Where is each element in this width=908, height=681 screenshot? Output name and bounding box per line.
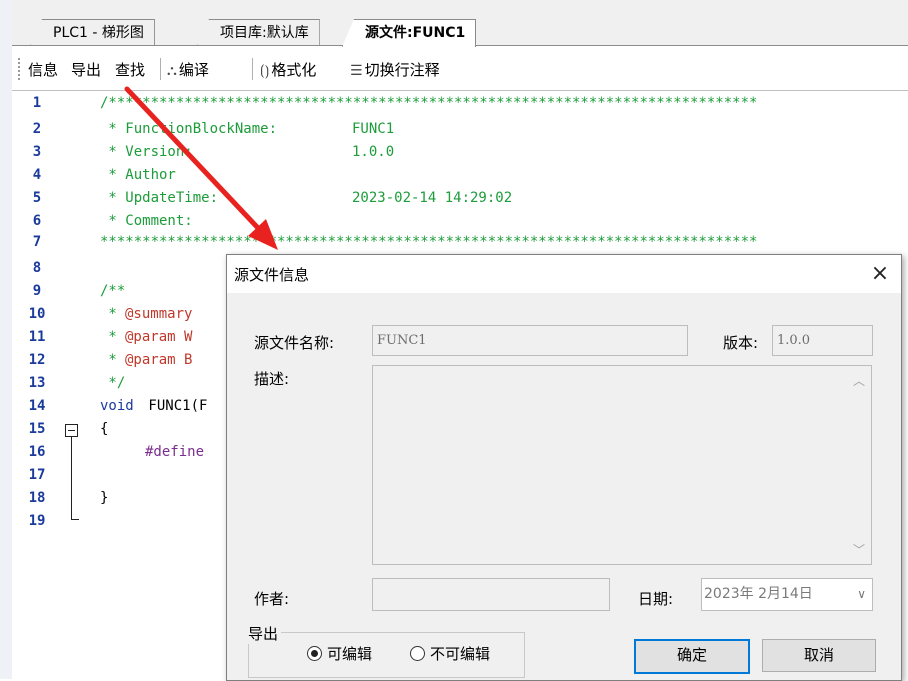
source-name-field[interactable]: FUNC1 <box>372 325 688 356</box>
line-number-label: 17 <box>28 467 46 483</box>
tab-project-library[interactable]: 项目库:默认库 <box>197 19 320 46</box>
toggle-comment-button[interactable]: ☰ 切换行注释 <box>350 59 440 80</box>
fold-guide-end <box>71 519 79 520</box>
line-number-label: 15 <box>28 421 46 437</box>
tab-plc1-ladder[interactable]: PLC1 - 梯形图 <box>30 19 155 46</box>
line-number-label: 13 <box>28 375 46 391</box>
date-label: 日期: <box>638 590 674 608</box>
line-number-label: 1 <box>32 95 42 111</box>
line-number-label: 9 <box>32 283 42 299</box>
scroll-up-icon[interactable]: ︿ <box>853 372 865 389</box>
line-number-label: 10 <box>28 306 46 322</box>
line-number-label: 6 <box>32 213 42 229</box>
ok-button[interactable]: 确定 <box>634 639 750 674</box>
line-number-label: 2 <box>32 121 42 137</box>
format-label: 格式化 <box>271 61 317 79</box>
export-button[interactable]: 导出 <box>71 59 101 80</box>
toolbar-grip[interactable] <box>18 58 20 80</box>
version-field[interactable]: 1.0.0 <box>772 325 873 356</box>
line-number-label: 19 <box>28 513 46 529</box>
line-number-label: 4 <box>32 167 42 183</box>
chevron-down-icon: ∨ <box>857 587 866 601</box>
line-number-label: 5 <box>32 190 42 206</box>
source-name-label: 源文件名称: <box>254 334 335 352</box>
line-number-label: 3 <box>32 144 42 160</box>
scroll-down-icon[interactable]: ﹀ <box>853 541 865 558</box>
compile-label: 编译 <box>178 61 209 79</box>
find-button[interactable]: 查找 <box>115 59 145 80</box>
description-label: 描述: <box>254 370 290 388</box>
author-field[interactable] <box>372 578 610 611</box>
lines-icon: ☰ <box>350 63 363 79</box>
tab-source-func1[interactable]: 源文件:FUNC1 <box>342 19 477 47</box>
date-value: 2023年 2月14日 <box>704 586 813 602</box>
radio-noneditable[interactable] <box>410 646 425 661</box>
dialog-body: 源文件名称: FUNC1 版本: 1.0.0 描述: ︿ ﹀ 作者: 日期: 2… <box>227 293 901 680</box>
toggle-comment-label: 切换行注释 <box>364 61 440 79</box>
line-number-label: 16 <box>28 444 46 460</box>
fold-guide <box>71 437 72 519</box>
radio-noneditable-label[interactable]: 不可编辑 <box>430 643 490 664</box>
radio-editable[interactable] <box>307 646 322 661</box>
description-textarea[interactable]: ︿ ﹀ <box>372 365 872 565</box>
compile-button[interactable]: ⛬ 编译 <box>167 59 209 80</box>
braces-icon: ⟮⟯ <box>260 63 270 79</box>
radio-editable-label[interactable]: 可编辑 <box>327 643 372 664</box>
line-number-label: 18 <box>28 490 46 506</box>
fold-toggle-icon[interactable] <box>65 424 78 437</box>
line-number-label: 14 <box>28 398 46 414</box>
dialog-title: 源文件信息 <box>234 266 310 284</box>
line-number-label: 8 <box>32 260 42 276</box>
toolbar-separator <box>252 58 253 80</box>
editor-toolbar: 信息 导出 查找 ⛬ 编译 ⟮⟯ 格式化 ☰ 切换行注释 <box>12 46 908 91</box>
line-number-label: 11 <box>28 329 46 345</box>
line-number-label: 7 <box>32 234 42 250</box>
format-button[interactable]: ⟮⟯ 格式化 <box>260 59 316 80</box>
author-label: 作者: <box>254 590 290 608</box>
version-label: 版本: <box>723 334 759 352</box>
close-icon[interactable]: × <box>865 259 895 289</box>
toolbar-separator <box>160 58 161 80</box>
date-picker[interactable]: 2023年 2月14日 ∨ <box>701 578 873 611</box>
cancel-button[interactable]: 取消 <box>762 639 876 672</box>
info-button[interactable]: 信息 <box>28 59 58 80</box>
dialog-title-bar[interactable]: 源文件信息 × <box>227 255 901 293</box>
source-file-info-dialog: 源文件信息 × 源文件名称: FUNC1 版本: 1.0.0 描述: ︿ ﹀ 作… <box>226 254 902 681</box>
export-group-label: 导出 <box>245 623 282 644</box>
compile-icon: ⛬ <box>167 63 177 79</box>
line-number-label: 12 <box>28 352 46 368</box>
tab-bar: PLC1 - 梯形图 项目库:默认库 源文件:FUNC1 <box>12 0 908 47</box>
